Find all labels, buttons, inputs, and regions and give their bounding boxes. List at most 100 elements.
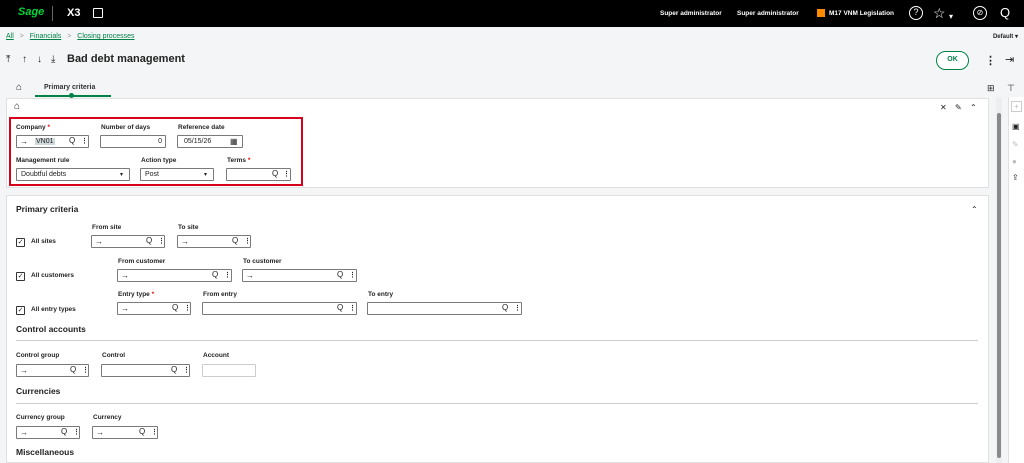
arrow-icon[interactable]: → xyxy=(95,237,103,246)
home-tab-icon[interactable]: ⌂ xyxy=(16,82,22,93)
more-icon[interactable]: ⋮ xyxy=(73,428,80,436)
comment-icon[interactable]: ● xyxy=(1012,157,1017,166)
from-site-field[interactable]: → Q ⋮ xyxy=(91,235,165,248)
exit-icon[interactable]: ⇥ xyxy=(1005,53,1014,66)
collapse-icon[interactable]: ⌃ xyxy=(970,103,977,112)
calendar-icon[interactable] xyxy=(93,8,103,18)
more-icon[interactable]: ⋮ xyxy=(82,366,89,374)
more-actions-icon[interactable]: ⋮ xyxy=(985,54,996,67)
star-icon[interactable]: ☆ xyxy=(933,5,946,21)
from-customer-field[interactable]: → Q ⋮ xyxy=(117,269,232,282)
edit-icon[interactable]: ✎ xyxy=(955,103,962,112)
control-accounts-heading: Control accounts xyxy=(16,324,86,334)
tools-icon[interactable]: ✕ xyxy=(940,103,947,112)
default-label: Default xyxy=(992,34,1014,40)
account-label: Account xyxy=(203,352,229,359)
arrow-icon[interactable]: → xyxy=(96,428,104,437)
more-icon[interactable]: ⋮ xyxy=(151,428,158,436)
currency-field[interactable]: → Q ⋮ xyxy=(92,426,158,439)
more-icon[interactable]: ⋮ xyxy=(183,366,190,374)
arrow-icon[interactable]: → xyxy=(246,271,254,280)
search-icon[interactable]: Q xyxy=(146,236,152,245)
search-icon[interactable]: Q xyxy=(70,365,76,374)
arrow-icon[interactable]: → xyxy=(181,237,189,246)
more-icon[interactable]: ⋮ xyxy=(514,304,521,312)
divider xyxy=(16,340,978,341)
arrow-icon[interactable]: → xyxy=(121,304,129,313)
more-icon[interactable]: ⋮ xyxy=(349,304,356,312)
last-record-icon[interactable]: ⤓ xyxy=(51,54,55,65)
scrollbar-thumb[interactable] xyxy=(997,113,1001,458)
account-field xyxy=(202,364,256,377)
search-icon[interactable]: Q xyxy=(1000,5,1010,21)
highlight-box xyxy=(9,117,303,186)
more-icon[interactable]: ⋮ xyxy=(244,237,251,245)
breadcrumb-financials[interactable]: Financials xyxy=(30,33,62,40)
user-name[interactable]: Super administrator xyxy=(737,10,799,17)
help-icon[interactable]: ? xyxy=(909,6,923,20)
ok-button[interactable]: OK xyxy=(936,51,969,70)
required-mark: * xyxy=(151,291,155,298)
all-customers-label: All customers xyxy=(31,272,74,279)
default-view-selector[interactable]: Default ▾ xyxy=(993,33,1018,40)
from-entry-field[interactable]: Q ⋮ xyxy=(202,302,357,315)
attachment-icon[interactable]: ✎ xyxy=(1012,140,1019,149)
home-icon[interactable]: ⌂ xyxy=(14,101,20,112)
export-icon[interactable]: ⇪ xyxy=(1012,173,1019,182)
control-group-field[interactable]: → Q ⋮ xyxy=(16,364,89,377)
sage-logo[interactable]: Sage xyxy=(18,6,44,18)
search-icon[interactable]: Q xyxy=(502,303,508,312)
first-record-icon[interactable]: ⤒ xyxy=(6,54,10,65)
chevron-down-icon[interactable]: ▾ xyxy=(949,9,953,25)
right-toolbar xyxy=(1008,97,1024,463)
entry-type-label-text: Entry type xyxy=(118,291,150,298)
divider xyxy=(16,403,978,404)
search-icon[interactable]: Q xyxy=(212,270,218,279)
all-customers-checkbox[interactable]: ✓ xyxy=(16,272,25,281)
section-title: Primary criteria xyxy=(16,204,79,214)
folder-color-icon xyxy=(817,9,825,17)
control-field[interactable]: Q ⋮ xyxy=(101,364,190,377)
arrow-icon[interactable]: → xyxy=(121,271,129,280)
compass-icon[interactable]: ⊘ xyxy=(973,6,987,20)
chevron-down-icon: ▾ xyxy=(1014,34,1018,40)
tab-primary-criteria[interactable]: Primary criteria xyxy=(44,84,95,91)
more-icon[interactable]: ⋮ xyxy=(184,304,191,312)
filter-icon[interactable]: ⊤ xyxy=(1007,83,1015,94)
previous-record-icon[interactable]: ↑ xyxy=(22,54,27,65)
print-icon[interactable]: ▣ xyxy=(1012,122,1020,131)
next-record-icon[interactable]: ↓ xyxy=(37,54,42,65)
all-sites-label: All sites xyxy=(31,238,56,245)
arrow-icon[interactable]: → xyxy=(20,366,28,375)
user-role[interactable]: Super administrator xyxy=(660,10,722,17)
breadcrumb-closing-processes[interactable]: Closing processes xyxy=(77,33,134,40)
to-site-field[interactable]: → Q ⋮ xyxy=(177,235,251,248)
all-entry-types-checkbox[interactable]: ✓ xyxy=(16,306,25,315)
search-icon[interactable]: Q xyxy=(172,303,178,312)
search-icon[interactable]: Q xyxy=(337,270,343,279)
search-icon[interactable]: Q xyxy=(139,427,145,436)
search-icon[interactable]: Q xyxy=(232,236,238,245)
page-title: Bad debt management xyxy=(67,53,185,65)
from-site-label: From site xyxy=(92,224,122,231)
currency-group-field[interactable]: → Q ⋮ xyxy=(16,426,80,439)
folder-name[interactable]: M17 VNM Legislation xyxy=(829,10,894,17)
to-entry-field[interactable]: Q ⋮ xyxy=(367,302,522,315)
add-icon[interactable]: + xyxy=(1011,101,1022,112)
more-icon[interactable]: ⋮ xyxy=(158,237,165,245)
collapse-icon[interactable]: ⌃ xyxy=(971,205,978,214)
more-icon[interactable]: ⋮ xyxy=(349,271,356,279)
entry-type-field[interactable]: → Q ⋮ xyxy=(117,302,191,315)
from-entry-label: From entry xyxy=(203,291,237,298)
breadcrumb-all[interactable]: All xyxy=(6,33,14,40)
search-icon[interactable]: Q xyxy=(171,365,177,374)
all-entry-types-label: All entry types xyxy=(31,306,76,313)
more-icon[interactable]: ⋮ xyxy=(224,271,231,279)
all-sites-checkbox[interactable]: ✓ xyxy=(16,238,25,247)
search-icon[interactable]: Q xyxy=(337,303,343,312)
search-icon[interactable]: Q xyxy=(61,427,67,436)
breadcrumb-separator: > xyxy=(67,33,72,40)
arrow-icon[interactable]: → xyxy=(20,428,28,437)
layout-icon[interactable]: ⊞ xyxy=(987,83,995,94)
to-customer-field[interactable]: → Q ⋮ xyxy=(242,269,357,282)
